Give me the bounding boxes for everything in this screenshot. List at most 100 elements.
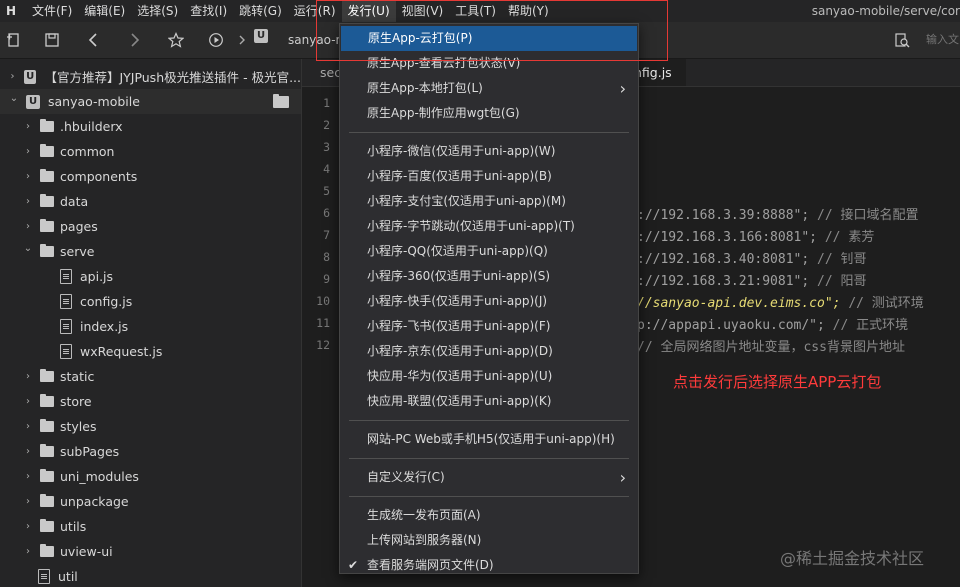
tree-folder[interactable]: › unpackage (0, 489, 301, 514)
star-icon[interactable] (166, 30, 186, 50)
line-number: 4 (323, 162, 330, 176)
menu-item-label: 上传网站到服务器(N) (367, 533, 482, 547)
chevron-right-icon[interactable]: › (22, 496, 34, 507)
menu-help[interactable]: 帮助(Y) (502, 0, 555, 22)
menu-item[interactable]: 快应用-华为(仅适用于uni-app)(U) (340, 364, 638, 389)
tree-file[interactable]: api.js (0, 264, 301, 289)
chevron-right-icon[interactable]: › (22, 546, 34, 557)
tree-file[interactable]: index.js (0, 314, 301, 339)
chevron-down-icon[interactable]: ⌄ (8, 93, 20, 104)
menu-item[interactable]: 原生App-云打包(P) (341, 26, 637, 51)
tree-item-label: pages (60, 219, 98, 234)
menu-find[interactable]: 查找(I) (184, 0, 233, 22)
chevron-right-icon[interactable]: › (22, 171, 34, 182)
menu-item[interactable]: 上传网站到服务器(N) (340, 528, 638, 553)
menu-item[interactable]: 网站-PC Web或手机H5(仅适用于uni-app)(H) (340, 427, 638, 452)
chevron-right-icon[interactable]: › (22, 471, 34, 482)
app-logo-icon: H (5, 4, 17, 18)
folder-icon (40, 194, 54, 207)
chevron-down-icon[interactable]: ⌄ (22, 243, 34, 254)
tree-folder[interactable]: › data (0, 189, 301, 214)
tree-folder[interactable]: › subPages (0, 439, 301, 464)
chevron-right-icon[interactable]: › (22, 396, 34, 407)
menu-item[interactable]: 小程序-360(仅适用于uni-app)(S) (340, 264, 638, 289)
tree-folder[interactable]: › components (0, 164, 301, 189)
tree-file[interactable]: config.js (0, 289, 301, 314)
chevron-right-icon[interactable]: › (22, 421, 34, 432)
chevron-right-icon[interactable]: › (22, 371, 34, 382)
submenu-arrow-icon: › (619, 468, 626, 487)
breadcrumb[interactable]: sanyao-n (288, 33, 343, 47)
menu-item[interactable]: 小程序-QQ(仅适用于uni-app)(Q) (340, 239, 638, 264)
code-line[interactable]: ://192.168.3.40:8081"; // 钊哥 (637, 248, 867, 267)
tree-folder[interactable]: ⌄ serve (0, 239, 301, 264)
menu-item[interactable]: 原生App-本地打包(L) › (340, 76, 638, 101)
code-line[interactable]: //sanyao-api.dev.eims.co"; // 测试环境 (637, 292, 924, 311)
tree-file[interactable]: wxRequest.js (0, 339, 301, 364)
code-string: ://192.168.3.40:8081"; (637, 252, 810, 267)
tree-folder[interactable]: › uview-ui (0, 539, 301, 564)
menu-publish[interactable]: 发行(U) (341, 0, 396, 22)
forward-icon[interactable] (124, 30, 144, 50)
menu-select[interactable]: 选择(S) (131, 0, 184, 22)
tree-folder[interactable]: › .hbuilderx (0, 114, 301, 139)
search-box[interactable] (918, 28, 960, 52)
menu-item[interactable]: 小程序-快手(仅适用于uni-app)(J) (340, 289, 638, 314)
tree-folder[interactable]: › static (0, 364, 301, 389)
code-comment: // 全局网络图片地址变量，css背景图片地址 (637, 340, 905, 355)
code-line[interactable]: // 全局网络图片地址变量，css背景图片地址 (637, 336, 905, 355)
code-line[interactable]: ://192.168.3.21:9081"; // 阳哥 (637, 270, 867, 289)
menu-separator (349, 496, 629, 497)
menu-separator (349, 458, 629, 459)
menu-item[interactable]: 查看服务端网页文件(D) ✔ (340, 553, 638, 578)
tree-item-label: serve (60, 244, 95, 259)
chevron-right-icon[interactable]: › (22, 521, 34, 532)
code-line[interactable]: p://appapi.uyaoku.com/"; // 正式环境 (637, 314, 908, 333)
tree-folder[interactable]: › styles (0, 414, 301, 439)
tree-item-label: uni_modules (60, 469, 139, 484)
menu-item[interactable]: 原生App-制作应用wgt包(G) (340, 101, 638, 126)
menu-item[interactable]: 生成统一发布页面(A) (340, 503, 638, 528)
menu-item[interactable]: 小程序-微信(仅适用于uni-app)(W) (340, 139, 638, 164)
tree-folder[interactable]: › uni_modules (0, 464, 301, 489)
chevron-right-icon[interactable]: › (22, 146, 34, 157)
code-line[interactable]: ://192.168.3.166:8081"; // 素芳 (637, 226, 874, 245)
menu-edit[interactable]: 编辑(E) (78, 0, 131, 22)
search-file-icon[interactable] (892, 30, 912, 50)
tree-project[interactable]: › U 【官方推荐】JYJPush极光推送插件 - 极光官... (0, 64, 301, 89)
menu-run[interactable]: 运行(R) (288, 0, 342, 22)
menu-item[interactable]: 小程序-字节跳动(仅适用于uni-app)(T) (340, 214, 638, 239)
chevron-right-icon[interactable]: › (22, 196, 34, 207)
menu-item[interactable]: 小程序-百度(仅适用于uni-app)(B) (340, 164, 638, 189)
tree-folder[interactable]: › pages (0, 214, 301, 239)
menu-goto[interactable]: 跳转(G) (233, 0, 288, 22)
tree-item-label: data (60, 194, 89, 209)
search-input[interactable] (924, 33, 960, 47)
menu-item[interactable]: 快应用-联盟(仅适用于uni-app)(K) (340, 389, 638, 414)
chevron-right-icon[interactable]: › (22, 121, 34, 132)
menu-item[interactable]: 小程序-飞书(仅适用于uni-app)(F) (340, 314, 638, 339)
back-icon[interactable] (84, 30, 104, 50)
menu-item[interactable]: 小程序-支付宝(仅适用于uni-app)(M) (340, 189, 638, 214)
chevron-right-icon[interactable]: › (22, 221, 34, 232)
run-icon[interactable] (206, 30, 226, 50)
menu-item[interactable]: 原生App-查看云打包状态(V) (340, 51, 638, 76)
open-folder-icon[interactable] (273, 93, 289, 108)
tree-folder[interactable]: › utils (0, 514, 301, 539)
tree-folder[interactable]: › store (0, 389, 301, 414)
folder-icon (40, 394, 54, 407)
code-line[interactable]: ://192.168.3.39:8888"; // 接口域名配置 (637, 204, 919, 223)
menu-tools[interactable]: 工具(T) (449, 0, 502, 22)
new-file-icon[interactable] (4, 30, 24, 50)
menu-view[interactable]: 视图(V) (396, 0, 450, 22)
chevron-right-icon[interactable]: › (22, 446, 34, 457)
menu-item[interactable]: 小程序-京东(仅适用于uni-app)(D) (340, 339, 638, 364)
save-icon[interactable] (42, 30, 62, 50)
chevron-right-icon[interactable]: › (7, 71, 18, 82)
folder-icon (40, 369, 54, 382)
menu-file[interactable]: 文件(F) (26, 0, 78, 22)
tree-folder[interactable]: › common (0, 139, 301, 164)
menu-item[interactable]: 自定义发行(C) › (340, 465, 638, 490)
tree-file[interactable]: util (0, 564, 301, 587)
tree-project[interactable]: ⌄ Usanyao-mobile (0, 89, 301, 114)
